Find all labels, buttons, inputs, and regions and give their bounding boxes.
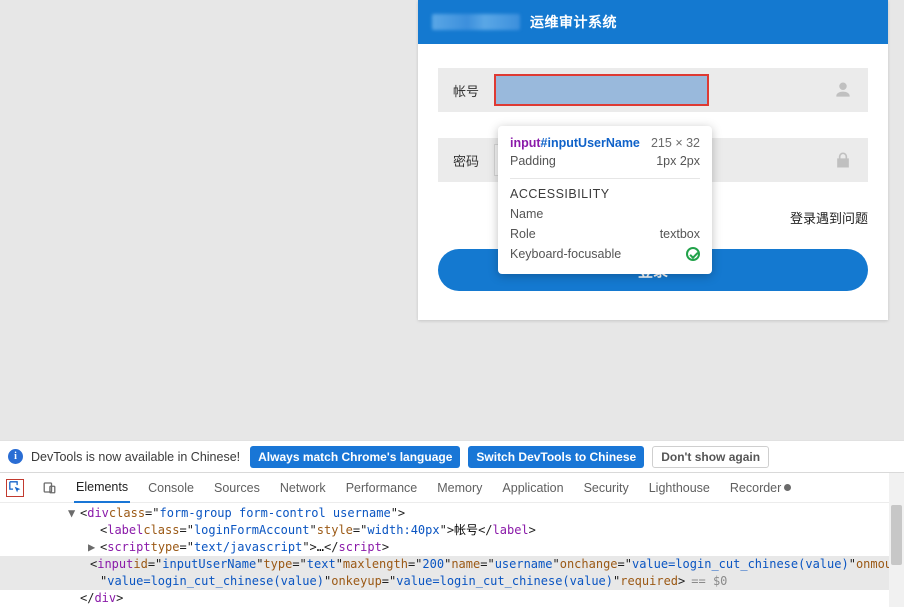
dom-line[interactable]: ▼<div class="form-group form-control use… (0, 505, 904, 522)
login-trouble-link[interactable]: 登录遇到问题 (790, 208, 868, 227)
inspector-role-value: textbox (660, 227, 700, 241)
infobar-switch-button[interactable]: Switch DevTools to Chinese (468, 446, 644, 468)
username-input-wrap (494, 68, 818, 112)
inspector-padding-label: Padding (510, 154, 556, 168)
username-input[interactable] (494, 74, 709, 106)
tab-application[interactable]: Application (500, 473, 565, 503)
device-toggle-icon[interactable] (40, 479, 58, 497)
tab-sources[interactable]: Sources (212, 473, 262, 503)
tab-recorder[interactable]: Recorder (728, 473, 793, 503)
dom-line[interactable]: </div> (0, 590, 904, 607)
lock-icon (818, 150, 868, 170)
element-inspector-tooltip: input#inputUserName 215 × 32 Padding 1px… (498, 126, 712, 274)
dom-line-selected[interactable]: "value=login_cut_chinese(value)" onkeyup… (0, 573, 904, 590)
inspector-role-label: Role (510, 227, 536, 241)
tab-console[interactable]: Console (146, 473, 196, 503)
tab-security[interactable]: Security (582, 473, 631, 503)
tab-lighthouse[interactable]: Lighthouse (647, 473, 712, 503)
scrollbar-thumb[interactable] (891, 505, 902, 565)
tab-elements[interactable]: Elements (74, 473, 130, 503)
tab-performance[interactable]: Performance (344, 473, 420, 503)
inspector-keyfoc-ok-icon (686, 247, 700, 264)
dom-line-selected[interactable]: <input id="inputUserName" type="text" ma… (0, 556, 904, 573)
devtools-tabs: Elements Console Sources Network Perform… (0, 473, 904, 503)
elements-dom-tree[interactable]: ▼<div class="form-group form-control use… (0, 503, 904, 607)
dom-eq-token: == $0 (685, 573, 727, 590)
info-icon: i (8, 449, 23, 464)
dom-line[interactable]: <label class="loginFormAccount" style="w… (0, 522, 904, 539)
inspector-keyfoc-label: Keyboard-focusable (510, 247, 621, 264)
username-label: 帐号 (438, 81, 494, 100)
infobar-message: DevTools is now available in Chinese! (31, 450, 240, 464)
user-icon (818, 80, 868, 100)
password-label: 密码 (438, 151, 494, 170)
login-header: 运维审计系统 (418, 0, 888, 44)
inspector-a11y-header: ACCESSIBILITY (510, 187, 700, 201)
inspector-name-label: Name (510, 207, 543, 221)
inspector-padding-value: 1px 2px (656, 154, 700, 168)
infobar-match-button[interactable]: Always match Chrome's language (250, 446, 460, 468)
recorder-preview-icon (784, 484, 791, 491)
tab-network[interactable]: Network (278, 473, 328, 503)
logo-blurred (432, 14, 520, 30)
dom-line[interactable]: ▶<script type="text/javascript">…</scrip… (0, 539, 904, 556)
username-row: 帐号 (438, 68, 868, 112)
login-title: 运维审计系统 (530, 12, 617, 32)
inspector-selector: input#inputUserName (510, 136, 640, 150)
devtools-scrollbar[interactable] (889, 473, 904, 607)
viewport-background: 运维审计系统 帐号 密码 登录 (0, 0, 904, 440)
devtools-infobar: i DevTools is now available in Chinese! … (0, 440, 904, 472)
devtools-panel: Elements Console Sources Network Perform… (0, 472, 904, 607)
infobar-dont-button[interactable]: Don't show again (652, 446, 769, 468)
inspect-element-icon[interactable] (6, 479, 24, 497)
tab-memory[interactable]: Memory (435, 473, 484, 503)
inspector-dimensions: 215 × 32 (651, 136, 700, 150)
